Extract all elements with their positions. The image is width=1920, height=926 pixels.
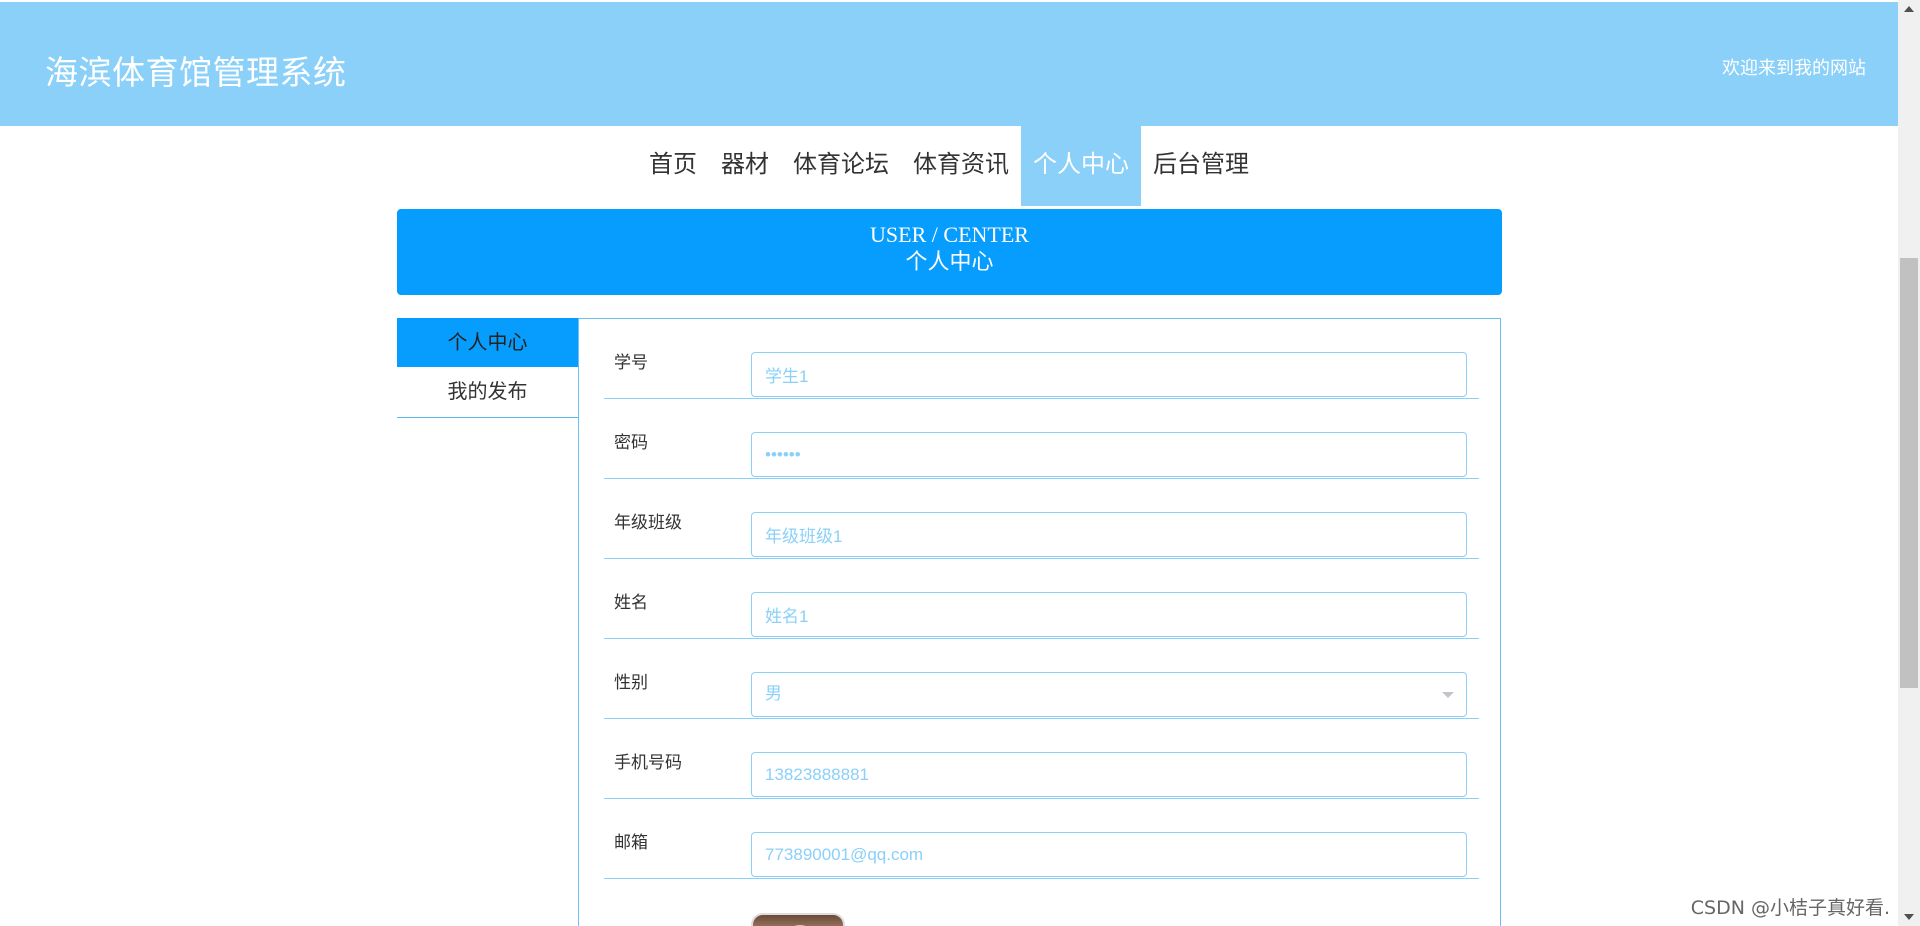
- nav-item-admin[interactable]: 后台管理: [1141, 126, 1261, 206]
- form-row-password: 密码: [604, 399, 1479, 479]
- avatar-image[interactable]: [751, 913, 845, 926]
- name-input[interactable]: [751, 592, 1467, 637]
- chevron-down-icon: [1442, 692, 1454, 698]
- email-label: 邮箱: [614, 833, 648, 853]
- banner-title-en: USER / CENTER: [870, 222, 1029, 247]
- banner-title-cn: 个人中心: [905, 250, 994, 275]
- email-input[interactable]: [751, 832, 1467, 877]
- nav-item-user-center[interactable]: 个人中心: [1021, 126, 1141, 206]
- welcome-text: 欢迎来到我的网站: [1722, 58, 1866, 78]
- form-row-email: 邮箱: [604, 799, 1479, 879]
- form-row-name: 姓名: [604, 559, 1479, 639]
- main-nav: 首页 器材 体育论坛 体育资讯 个人中心 后台管理: [0, 126, 1898, 206]
- watermark-text: CSDN @小桔子真好看.: [1690, 897, 1890, 919]
- scroll-down-arrow-icon[interactable]: [1904, 914, 1914, 920]
- page-scrollbar[interactable]: [1898, 0, 1920, 926]
- gender-select[interactable]: 男: [751, 672, 1467, 717]
- nav-item-news[interactable]: 体育资讯: [901, 126, 1021, 206]
- scroll-up-arrow-icon[interactable]: [1904, 6, 1914, 12]
- password-input[interactable]: [751, 432, 1467, 477]
- phone-input[interactable]: [751, 752, 1467, 797]
- site-header: 海滨体育馆管理系统 欢迎来到我的网站: [0, 2, 1898, 126]
- site-title: 海滨体育馆管理系统: [45, 53, 347, 92]
- form-row-phone: 手机号码: [604, 719, 1479, 799]
- section-banner: USER / CENTER 个人中心: [397, 209, 1502, 295]
- profile-form-panel: 学号 密码 年级班级 姓名 性别 男 手机号码 邮箱: [578, 318, 1501, 926]
- gender-select-value: 男: [765, 684, 782, 704]
- nav-item-home[interactable]: 首页: [637, 126, 709, 206]
- form-row-gender: 性别 男: [604, 639, 1479, 719]
- side-menu: 个人中心 我的发布: [397, 318, 578, 418]
- student-id-input[interactable]: [751, 352, 1467, 397]
- grade-class-input[interactable]: [751, 512, 1467, 557]
- form-row-student-id: 学号: [604, 319, 1479, 399]
- form-row-grade-class: 年级班级: [604, 479, 1479, 559]
- page: 海滨体育馆管理系统 欢迎来到我的网站 首页 器材 体育论坛 体育资讯 个人中心 …: [0, 0, 1920, 926]
- nav-item-forum[interactable]: 体育论坛: [781, 126, 901, 206]
- side-item-my-posts[interactable]: 我的发布: [397, 367, 578, 418]
- scroll-thumb[interactable]: [1900, 258, 1918, 688]
- nav-item-equipment[interactable]: 器材: [709, 126, 781, 206]
- side-item-user-center[interactable]: 个人中心: [397, 318, 578, 367]
